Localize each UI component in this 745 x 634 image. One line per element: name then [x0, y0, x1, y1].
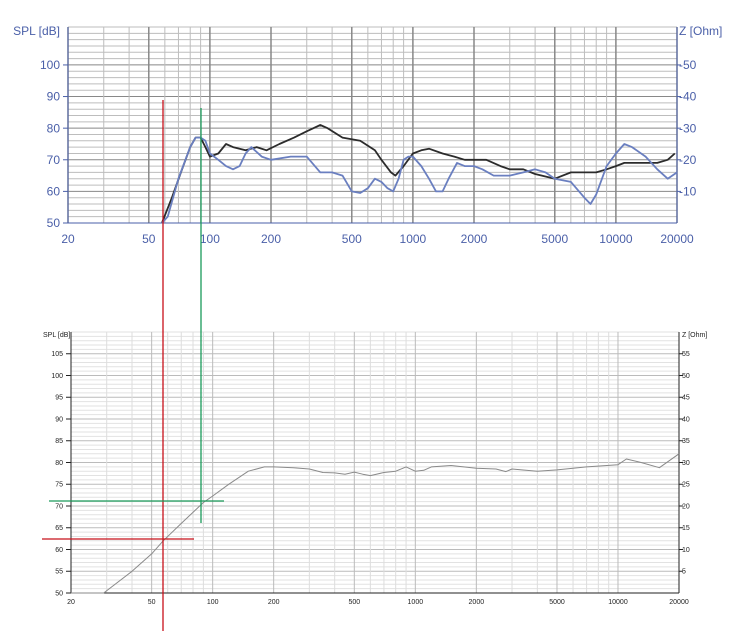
y2-tick-label: 25 [682, 482, 690, 489]
x-tick-label: 1000 [408, 599, 424, 606]
x-tick-label: 1000 [400, 232, 427, 246]
x-tick-label: 2000 [469, 599, 485, 606]
y2-tick-label: 5 [682, 569, 686, 576]
y2-axis-label: Z [Ohm] [682, 332, 707, 339]
y2-tick-label: -40 [679, 90, 697, 104]
y-tick-label: 60 [55, 547, 63, 554]
x-tick-label: 5000 [541, 232, 568, 246]
y2-tick-label: 40 [682, 416, 690, 423]
chart-2 [66, 331, 683, 594]
y-tick-label: 80 [55, 460, 63, 467]
x-tick-label: 100 [207, 599, 219, 606]
x-tick-label: 5000 [549, 599, 565, 606]
y2-tick-label: -30 [679, 121, 697, 135]
y-axis-label: SPL [dB] [43, 332, 70, 339]
x-tick-label: 20000 [669, 599, 689, 606]
y-tick-label: 50 [47, 216, 61, 230]
x-tick-label: 2000 [461, 232, 488, 246]
y2-tick-label: 20 [682, 503, 690, 510]
y2-tick-label: -50 [679, 58, 697, 72]
y-tick-label: 90 [55, 416, 63, 423]
x-tick-label: 50 [148, 599, 156, 606]
y-tick-label: 100 [40, 58, 60, 72]
y2-axis-label: Z [Ohm] [679, 24, 722, 38]
y-tick-label: 50 [55, 590, 63, 597]
x-tick-label: 200 [261, 232, 281, 246]
y2-tick-label: 55 [682, 351, 690, 358]
series-black-curve [161, 124, 676, 224]
y2-tick-label: 15 [682, 525, 690, 532]
y2-tick-label: -10 [679, 185, 697, 199]
chart-1 [63, 26, 681, 224]
x-tick-label: 100 [200, 232, 220, 246]
y-tick-label: 75 [55, 482, 63, 489]
y2-tick-label: -20 [679, 153, 697, 167]
speaker-response-figure: 5060708090100-10-20-30-40-5020 50 100 200 50… [13, 24, 722, 631]
x-tick-label: 500 [342, 232, 362, 246]
x-tick-label: 10000 [599, 232, 633, 246]
y-tick-label: 60 [47, 185, 61, 199]
x-tick-label: 20000 [660, 232, 694, 246]
y2-tick-label: 45 [682, 395, 690, 402]
y2-tick-label: 30 [682, 460, 690, 467]
x-tick-label: 10000 [608, 599, 628, 606]
y-tick-label: 85 [55, 438, 63, 445]
x-tick-label: 500 [348, 599, 360, 606]
y2-tick-label: 35 [682, 438, 690, 445]
y-tick-label: 95 [55, 395, 63, 402]
y-tick-label: 90 [47, 90, 61, 104]
x-tick-label: 20 [67, 599, 75, 606]
y-tick-label: 100 [51, 373, 63, 380]
x-tick-label: 20 [61, 232, 75, 246]
y-tick-label: 80 [47, 121, 61, 135]
y2-tick-label: 10 [682, 547, 690, 554]
y-tick-label: 105 [51, 351, 63, 358]
y-tick-label: 65 [55, 525, 63, 532]
x-tick-label: 50 [142, 232, 156, 246]
y-tick-label: 55 [55, 569, 63, 576]
x-tick-label: 200 [268, 599, 280, 606]
y-axis-label: SPL [dB] [13, 24, 60, 38]
y-tick-label: 70 [55, 503, 63, 510]
y2-tick-label: 50 [682, 373, 690, 380]
y-tick-label: 70 [47, 153, 61, 167]
